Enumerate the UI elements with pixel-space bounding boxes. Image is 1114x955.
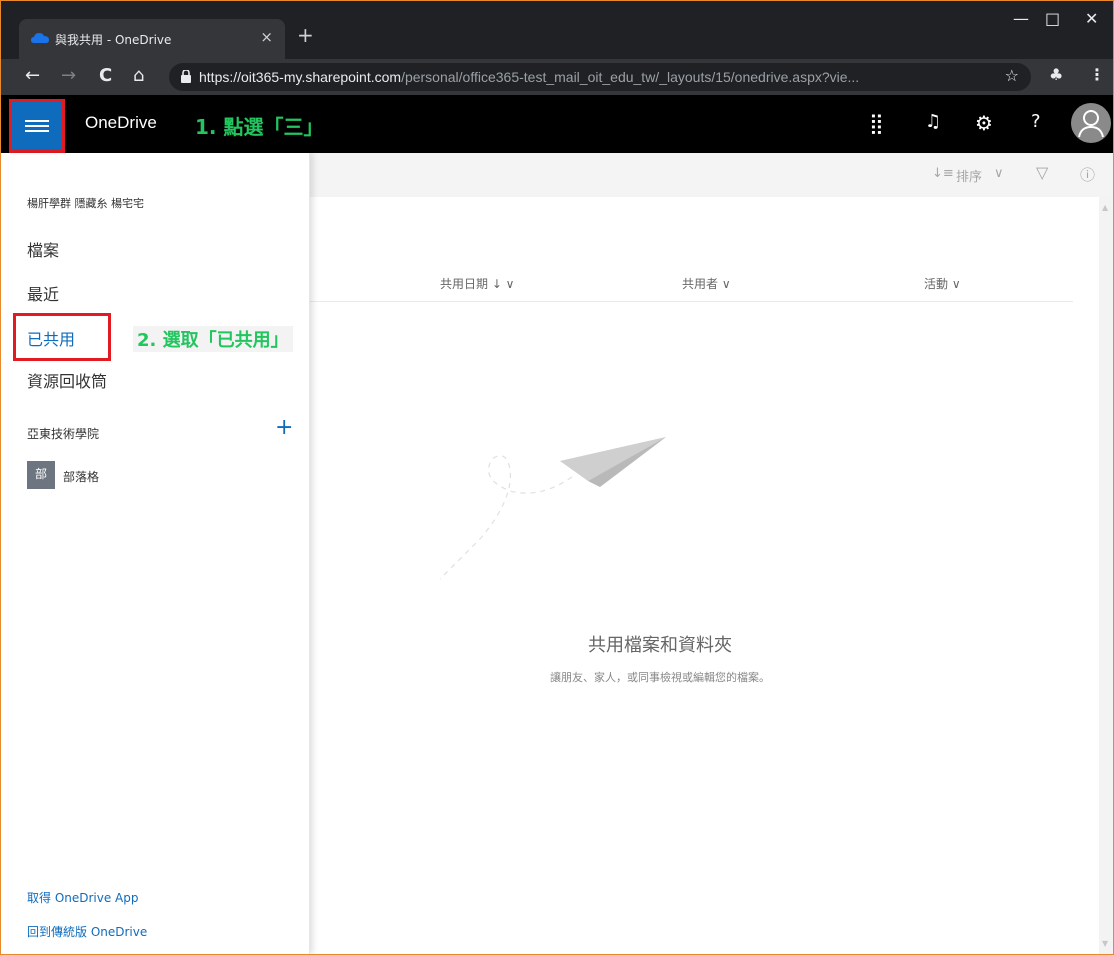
get-app-link[interactable]: 取得 OneDrive App xyxy=(27,889,139,906)
forward-button[interactable]: → xyxy=(61,65,76,86)
url-host: https://oit365-my.sharepoint.com xyxy=(199,69,402,85)
annotation-step1: 1. 點選「三」 xyxy=(195,115,324,139)
url-text[interactable]: https://oit365-my.sharepoint.com/persona… xyxy=(199,69,859,85)
url-path: /personal/office365-test_mail_oit_edu_tw… xyxy=(401,69,860,85)
filter-icon[interactable]: ▽ xyxy=(1036,163,1048,182)
browser-tab[interactable]: 與我共用 - OneDrive × xyxy=(19,19,285,59)
browser-titlebar: 與我共用 - OneDrive × + — □ ✕ xyxy=(1,1,1113,59)
user-name: 楊肝學群 隱藏糸 楊宅宅 xyxy=(27,197,144,210)
suite-bar: OneDrive 1. 點選「三」 ⣿ ♫ ⚙ ? xyxy=(1,95,1113,153)
scroll-down-arrow-icon[interactable]: ▼ xyxy=(1102,939,1108,948)
header-divider xyxy=(310,301,1073,302)
column-header-activity[interactable]: 活動 ∨ xyxy=(924,275,961,292)
bookmark-star-icon[interactable]: ☆ xyxy=(1005,66,1019,85)
chevron-down-icon[interactable]: ∨ xyxy=(994,166,1004,181)
left-navigation-pane: 楊肝學群 隱藏糸 楊宅宅 檔案 最近 已共用 2. 選取「已共用」 資源回收筒 … xyxy=(9,153,310,954)
new-tab-button[interactable]: + xyxy=(297,23,314,47)
reload-button[interactable]: C xyxy=(99,65,112,86)
site-link-blog[interactable]: 部落格 xyxy=(63,468,99,485)
hamburger-line xyxy=(25,130,49,132)
browser-toolbar: ← → C ⌂ https://oit365-my.sharepoint.com… xyxy=(1,59,1113,95)
minimize-button[interactable]: — xyxy=(1013,9,1029,28)
sort-button[interactable]: 排序 xyxy=(956,166,982,185)
incognito-icon[interactable]: ♣ xyxy=(1049,65,1063,84)
column-header-shared-date[interactable]: 共用日期 ↓ ∨ xyxy=(440,275,514,292)
annotation-step2: 2. 選取「已共用」 xyxy=(133,326,293,352)
maximize-button[interactable]: □ xyxy=(1045,9,1060,28)
back-button[interactable]: ← xyxy=(25,65,40,86)
column-header-shared-by[interactable]: 共用者 ∨ xyxy=(682,275,731,292)
scroll-up-arrow-icon[interactable]: ▲ xyxy=(1102,203,1108,212)
onedrive-cloud-icon xyxy=(31,33,49,43)
site-badge[interactable]: 部 xyxy=(27,461,55,489)
nav-item-recent[interactable]: 最近 xyxy=(27,281,59,305)
empty-state-subtitle: 讓朋友、家人，或同事檢視或編輯您的檔案。 xyxy=(550,671,770,684)
settings-gear-icon[interactable]: ⚙ xyxy=(975,111,993,135)
home-button[interactable]: ⌂ xyxy=(133,65,144,86)
info-icon[interactable]: ⓘ xyxy=(1080,164,1095,185)
classic-onedrive-link[interactable]: 回到傳統版 OneDrive xyxy=(27,923,147,940)
command-bar: ↓≡ 排序 ∨ ▽ ⓘ xyxy=(310,153,1113,197)
nav-item-recycle-bin[interactable]: 資源回收筒 xyxy=(27,368,107,392)
scrollbar[interactable]: ▲ ▼ xyxy=(1099,197,1113,954)
browser-window: 與我共用 - OneDrive × + — □ ✕ ← → C ⌂ https:… xyxy=(0,0,1114,955)
tab-close-icon[interactable]: × xyxy=(260,28,273,46)
nav-item-files[interactable]: 檔案 xyxy=(27,237,59,261)
help-icon[interactable]: ? xyxy=(1031,111,1041,132)
empty-state-title: 共用檔案和資料夾 xyxy=(588,635,732,656)
app-brand[interactable]: OneDrive xyxy=(85,113,157,133)
notification-bell-icon[interactable]: ♫ xyxy=(925,111,941,132)
navigation-menu-button[interactable] xyxy=(9,99,65,153)
add-site-icon[interactable]: + xyxy=(275,415,293,440)
lock-icon xyxy=(181,70,191,83)
close-window-button[interactable]: ✕ xyxy=(1085,9,1098,28)
user-silhouette-icon xyxy=(1078,110,1104,138)
hamburger-line xyxy=(25,125,49,127)
address-bar[interactable]: https://oit365-my.sharepoint.com/persona… xyxy=(169,63,1031,91)
app-launcher-icon[interactable]: ⣿ xyxy=(869,111,884,135)
tab-title: 與我共用 - OneDrive xyxy=(55,33,172,47)
file-list-area: 共用日期 ↓ ∨ 共用者 ∨ 活動 ∨ 共用檔案和資料夾 讓朋友、家人，或同事檢… xyxy=(310,197,1113,954)
browser-menu-icon[interactable]: ⋮ xyxy=(1089,65,1105,84)
sort-icon[interactable]: ↓≡ xyxy=(932,166,954,181)
avatar[interactable] xyxy=(1071,103,1111,143)
hamburger-line xyxy=(25,120,49,122)
highlight-box xyxy=(13,313,111,361)
paper-plane-icon xyxy=(440,437,666,580)
sites-header: 亞東技術學院 xyxy=(27,427,100,441)
